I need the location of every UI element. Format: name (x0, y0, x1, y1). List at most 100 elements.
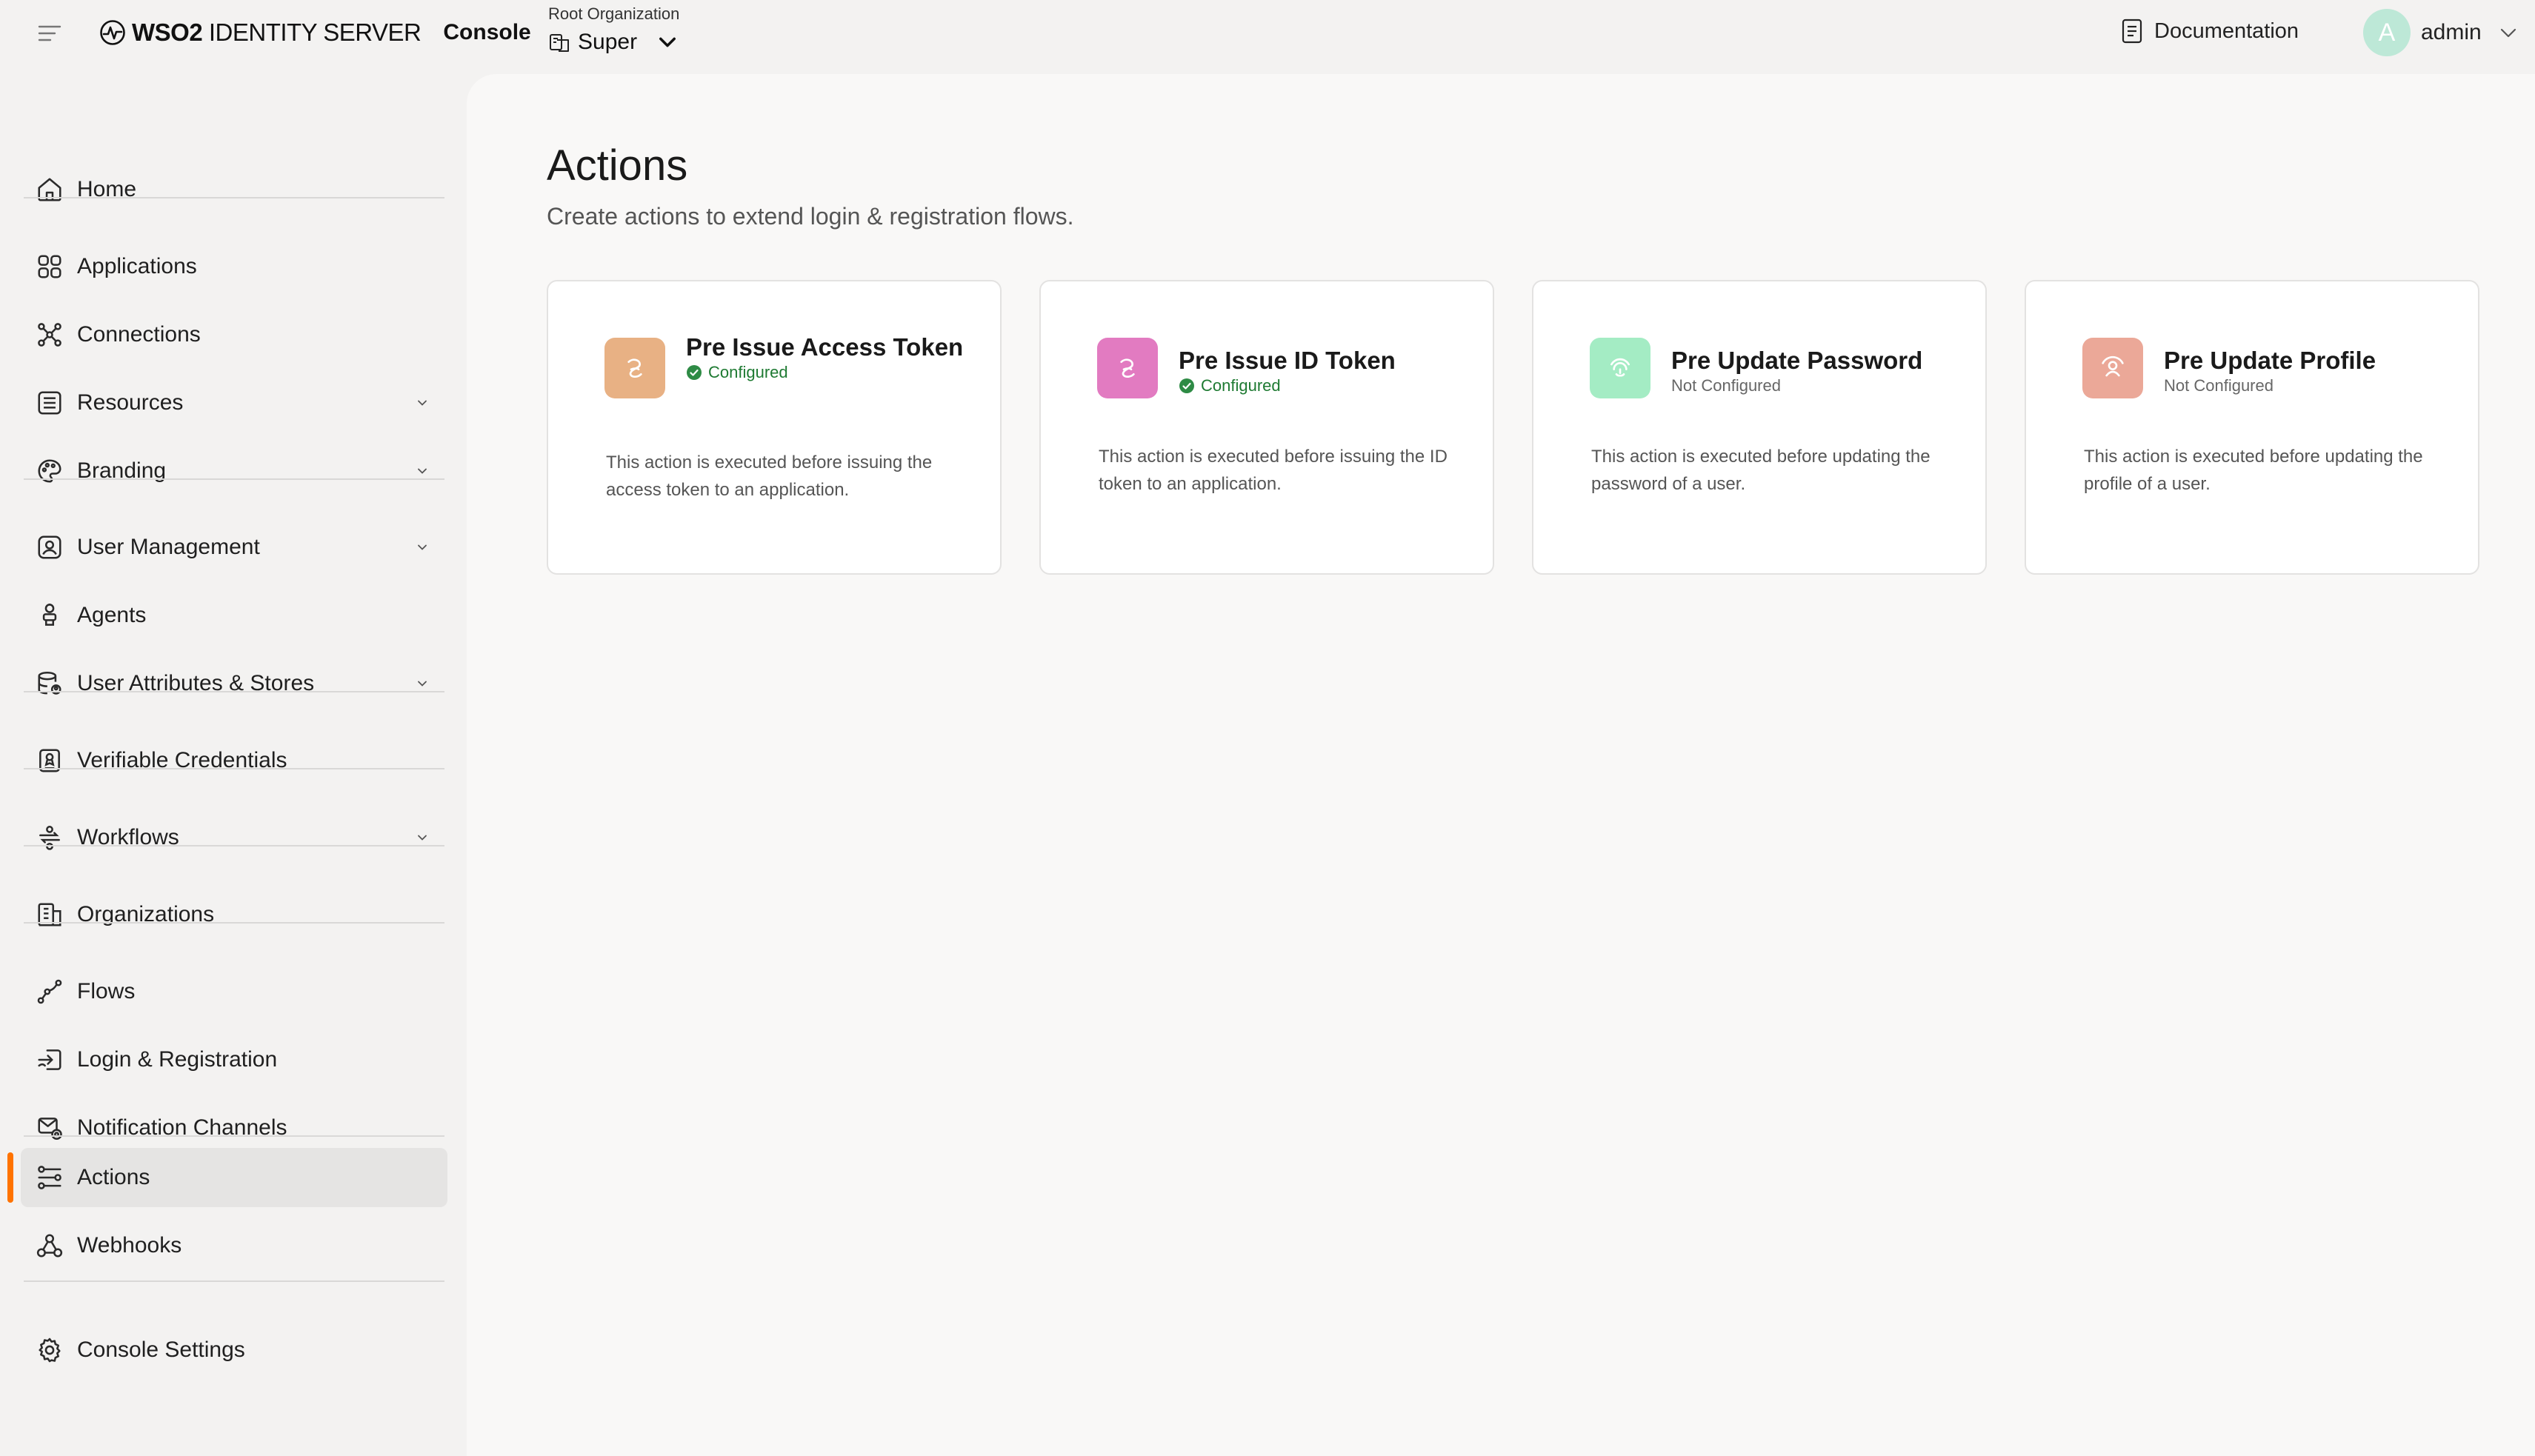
documentation-link[interactable]: Documentation (2120, 18, 2299, 44)
card-title: Pre Issue Access Token (686, 333, 964, 361)
status-badge: Not Configured (2164, 376, 2445, 395)
main-content: Actions Create actions to extend login &… (467, 74, 2535, 1456)
sidebar-item-label: Login & Registration (77, 1047, 278, 1072)
sidebar-item-connections[interactable]: Connections (21, 305, 447, 364)
sidebar-item-label: Console Settings (77, 1338, 245, 1362)
action-tile (604, 338, 665, 398)
home-icon (36, 176, 64, 204)
sidebar-item-label: Applications (77, 254, 197, 278)
webhook-icon (36, 1232, 64, 1260)
action-tile (1097, 338, 1158, 398)
sidebar-item-label: Webhooks (77, 1233, 182, 1258)
sidebar-item-login-registration[interactable]: Login & Registration (21, 1030, 447, 1089)
documentation-label: Documentation (2154, 19, 2299, 43)
brand[interactable]: WSO2 IDENTITY SERVER Console (99, 18, 531, 47)
divider (24, 691, 444, 692)
chevron-down-icon (415, 395, 430, 410)
status-text: Not Configured (2164, 376, 2273, 395)
card-title: Pre Update Profile (2164, 347, 2376, 374)
hamburger-menu-icon[interactable] (37, 22, 62, 44)
sidebar-item-home[interactable]: Home (21, 160, 447, 219)
divider (24, 922, 444, 924)
action-tile (1590, 338, 1650, 398)
connections-icon (36, 321, 64, 349)
action-card-pre-issue-id-token[interactable]: Pre Issue ID Token Configured This actio… (1039, 280, 1494, 575)
credential-icon (36, 747, 64, 775)
organization-label: Root Organization (548, 4, 680, 23)
chevron-down-icon (415, 676, 430, 691)
status-badge: Configured (686, 363, 967, 382)
password-action-icon (1605, 353, 1635, 383)
palette-icon (36, 457, 64, 485)
sidebar-item-label: User Management (77, 535, 260, 559)
sidebar-item-verifiable-credentials[interactable]: Verifiable Credentials (21, 731, 447, 790)
status-badge: Configured (1179, 376, 1460, 395)
card-description: This action is executed before updating … (2084, 447, 2423, 494)
action-card-pre-update-profile[interactable]: Pre Update Profile Not Configured This a… (2025, 280, 2479, 575)
card-title: Pre Update Password (1671, 347, 1923, 374)
sidebar-item-user-management[interactable]: User Management (21, 518, 447, 577)
check-circle-icon (686, 364, 702, 381)
sidebar-item-actions[interactable]: Actions (21, 1148, 447, 1207)
status-text: Configured (1201, 376, 1281, 395)
action-card-pre-update-password[interactable]: Pre Update Password Not Configured This … (1532, 280, 1987, 575)
sidebar-item-console-settings[interactable]: Console Settings (21, 1320, 447, 1380)
status-badge: Not Configured (1671, 376, 1953, 395)
sidebar-item-webhooks[interactable]: Webhooks (21, 1216, 447, 1275)
sidebar-item-flows[interactable]: Flows (21, 962, 447, 1021)
sidebar-item-user-attributes-stores[interactable]: User Attributes & Stores (21, 654, 447, 713)
card-text: Pre Issue ID Token Configured (1179, 347, 1460, 395)
check-circle-icon (1179, 378, 1195, 394)
user-menu[interactable]: A admin (2363, 9, 2519, 56)
chevron-down-icon (656, 31, 679, 53)
database-icon (36, 669, 64, 698)
action-icon (1113, 353, 1142, 383)
resources-icon (36, 389, 64, 417)
username: admin (2421, 20, 2482, 44)
sidebar: Home Applications Connections Resources … (0, 71, 467, 1456)
card-title: Pre Issue ID Token (1179, 347, 1396, 374)
card-text: Pre Issue Access Token Configured (686, 333, 967, 382)
document-icon (2120, 18, 2144, 44)
organization-name: Super (578, 30, 638, 54)
sidebar-item-organizations[interactable]: Organizations (21, 885, 447, 944)
card-description: This action is executed before issuing t… (1099, 447, 1448, 494)
sidebar-item-label: Actions (77, 1165, 150, 1189)
chevron-down-icon (415, 540, 430, 555)
card-description: This action is executed before issuing t… (606, 453, 933, 500)
actions-icon (36, 1163, 64, 1192)
top-header: WSO2 IDENTITY SERVER Console Root Organi… (0, 0, 2535, 71)
organization-dropdown[interactable]: Super (548, 30, 679, 55)
sidebar-item-workflows[interactable]: Workflows (21, 808, 447, 867)
card-text: Pre Update Password Not Configured (1671, 347, 1953, 395)
sidebar-item-label: Agents (77, 603, 147, 627)
divider (24, 768, 444, 769)
profile-action-icon (2098, 353, 2128, 383)
wso2-logo-icon (99, 19, 126, 46)
sidebar-item-branding[interactable]: Branding (21, 441, 447, 501)
avatar: A (2363, 9, 2411, 56)
action-tile (2082, 338, 2143, 398)
sidebar-item-label: Flows (77, 979, 136, 1003)
divider (24, 478, 444, 480)
divider (24, 1135, 444, 1137)
card-text: Pre Update Profile Not Configured (2164, 347, 2445, 395)
action-icon (620, 353, 650, 383)
product-name: WSO2 IDENTITY SERVER (132, 19, 422, 46)
workflow-icon (36, 824, 64, 852)
applications-icon (36, 253, 64, 281)
action-card-pre-issue-access-token[interactable]: Pre Issue Access Token Configured This a… (547, 280, 1002, 575)
sidebar-item-applications[interactable]: Applications (21, 237, 447, 296)
divider (24, 197, 444, 198)
notification-icon (36, 1114, 64, 1142)
user-management-icon (36, 533, 64, 561)
organization-icon (548, 31, 570, 53)
sidebar-item-agents[interactable]: Agents (21, 586, 447, 645)
status-text: Not Configured (1671, 376, 1781, 395)
active-indicator (7, 1152, 13, 1203)
login-icon (36, 1046, 64, 1074)
sidebar-item-resources[interactable]: Resources (21, 373, 447, 433)
page-title: Actions (547, 141, 688, 190)
divider (24, 845, 444, 846)
organization-switcher[interactable]: Root Organization Super (548, 4, 679, 55)
